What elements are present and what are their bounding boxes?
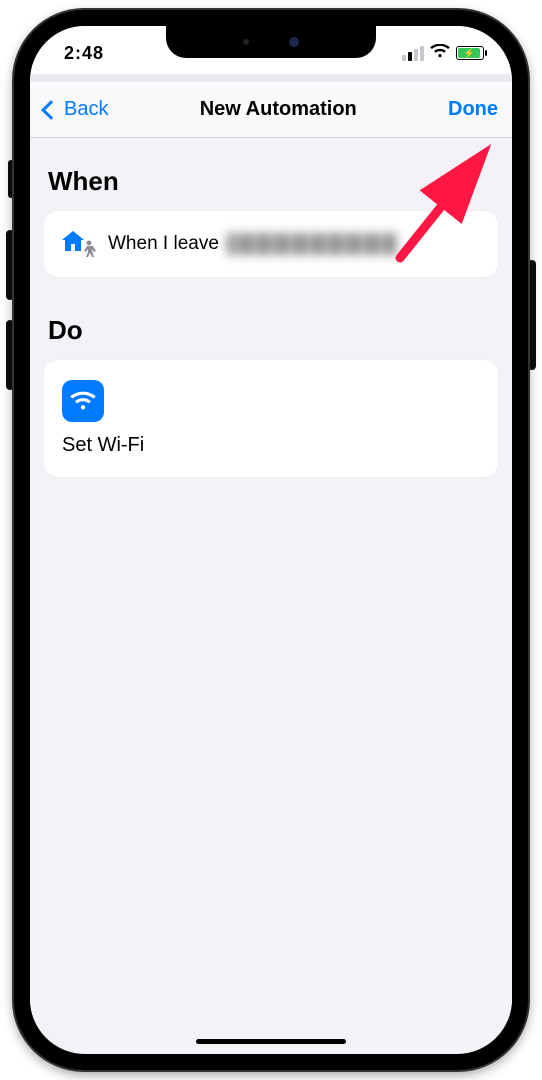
when-trigger-row[interactable]: When I leave [44,211,498,277]
wifi-icon [430,44,450,63]
page-title: New Automation [200,98,357,121]
wifi-action-icon [62,380,104,422]
status-time: 2:48 [64,43,104,64]
notch [166,26,376,58]
when-prefix: When I leave [108,233,219,255]
when-header: When [48,166,498,197]
back-button[interactable]: Back [44,98,108,121]
battery-icon: ⚡ [456,46,484,60]
do-header: Do [48,315,498,346]
navigation-bar: Back New Automation Done [30,82,512,138]
do-action-row[interactable]: Set Wi-Fi [44,360,498,477]
back-label: Back [64,98,108,121]
leave-home-icon [60,229,94,259]
cellular-icon [402,46,424,61]
home-indicator[interactable] [196,1039,346,1044]
chevron-left-icon [41,100,61,120]
content-area: When When I leave Do [30,138,512,1042]
done-button[interactable]: Done [448,98,498,121]
screen: 2:48 ⚡ Back New Automation Done [30,26,512,1054]
phone-frame: 2:48 ⚡ Back New Automation Done [14,10,528,1070]
when-location-redacted [227,233,397,255]
do-action-label: Set Wi-Fi [62,434,144,457]
